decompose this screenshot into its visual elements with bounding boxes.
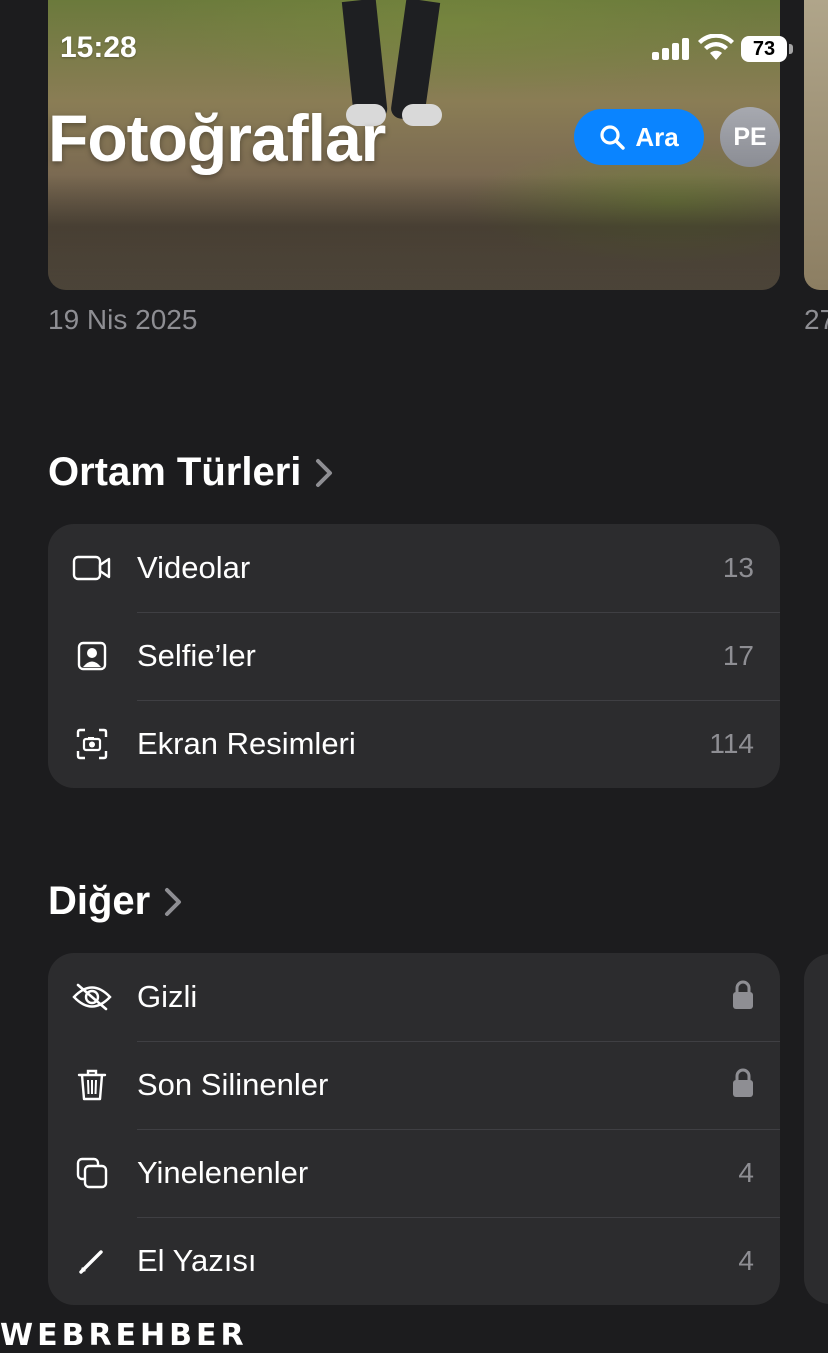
video-icon [70,546,114,590]
list-item-label: Son Silinenler [137,1067,329,1102]
list-item-duplicates[interactable]: Yinelenenler 4 [48,1129,780,1217]
other-card: Gizli Son Silinenler Yinelenenler 4 El Y… [48,953,780,1305]
cellular-signal-icon [652,38,690,60]
list-item-handwriting[interactable]: El Yazısı 4 [48,1217,780,1305]
list-item-label: Gizli [137,979,198,1014]
list-item-count: 4 [738,1245,754,1276]
battery-tip [789,44,793,54]
list-item-label: Videolar [137,550,251,585]
status-time: 15:28 [60,31,137,64]
chevron-right-icon [165,887,182,916]
lock-icon [732,1068,754,1103]
battery-icon: 73 [741,36,787,62]
search-icon [600,125,626,150]
list-item-videos[interactable]: Videolar 13 [48,524,780,612]
media-types-card: Videolar 13 Selfie’ler 17 Ekran Resimler… [48,524,780,788]
list-item-count: 114 [709,728,754,759]
selfie-icon [70,634,114,678]
section-other-title[interactable]: Diğer [48,879,182,924]
search-button[interactable]: Ara [574,109,704,165]
next-card-peek [804,954,828,1304]
screenshot-icon [70,722,114,766]
wifi-icon [698,34,734,60]
list-item-label: Ekran Resimleri [137,726,356,761]
list-item-screenshots[interactable]: Ekran Resimleri 114 [48,700,780,788]
status-bar: 15:28 73 [0,0,828,100]
chevron-right-icon [316,458,333,487]
list-item-recently-deleted[interactable]: Son Silinenler [48,1041,780,1129]
section-media-types-title[interactable]: Ortam Türleri [48,450,333,495]
list-item-label: Yinelenenler [137,1155,309,1190]
lock-icon [732,980,754,1015]
next-photo-date: 27 [804,304,828,335]
section-other-label: Diğer [48,879,151,923]
trash-icon [70,1063,114,1107]
avatar[interactable]: PE [720,107,780,167]
list-item-count: 4 [738,1157,754,1188]
list-item-label: El Yazısı [137,1243,257,1278]
search-button-label: Ara [635,121,679,152]
duplicates-icon [70,1151,114,1195]
hidden-eye-icon [70,975,114,1019]
list-item-label: Selfie’ler [137,638,256,673]
list-item-hidden[interactable]: Gizli [48,953,780,1041]
list-item-selfies[interactable]: Selfie’ler 17 [48,612,780,700]
hero-date: 19 Nis 2025 [48,304,198,335]
list-item-count: 17 [722,640,754,671]
page-title: Fotoğraflar [48,101,386,175]
list-item-count: 13 [722,552,754,583]
pencil-icon [70,1239,114,1283]
section-media-types-label: Ortam Türleri [48,450,302,494]
